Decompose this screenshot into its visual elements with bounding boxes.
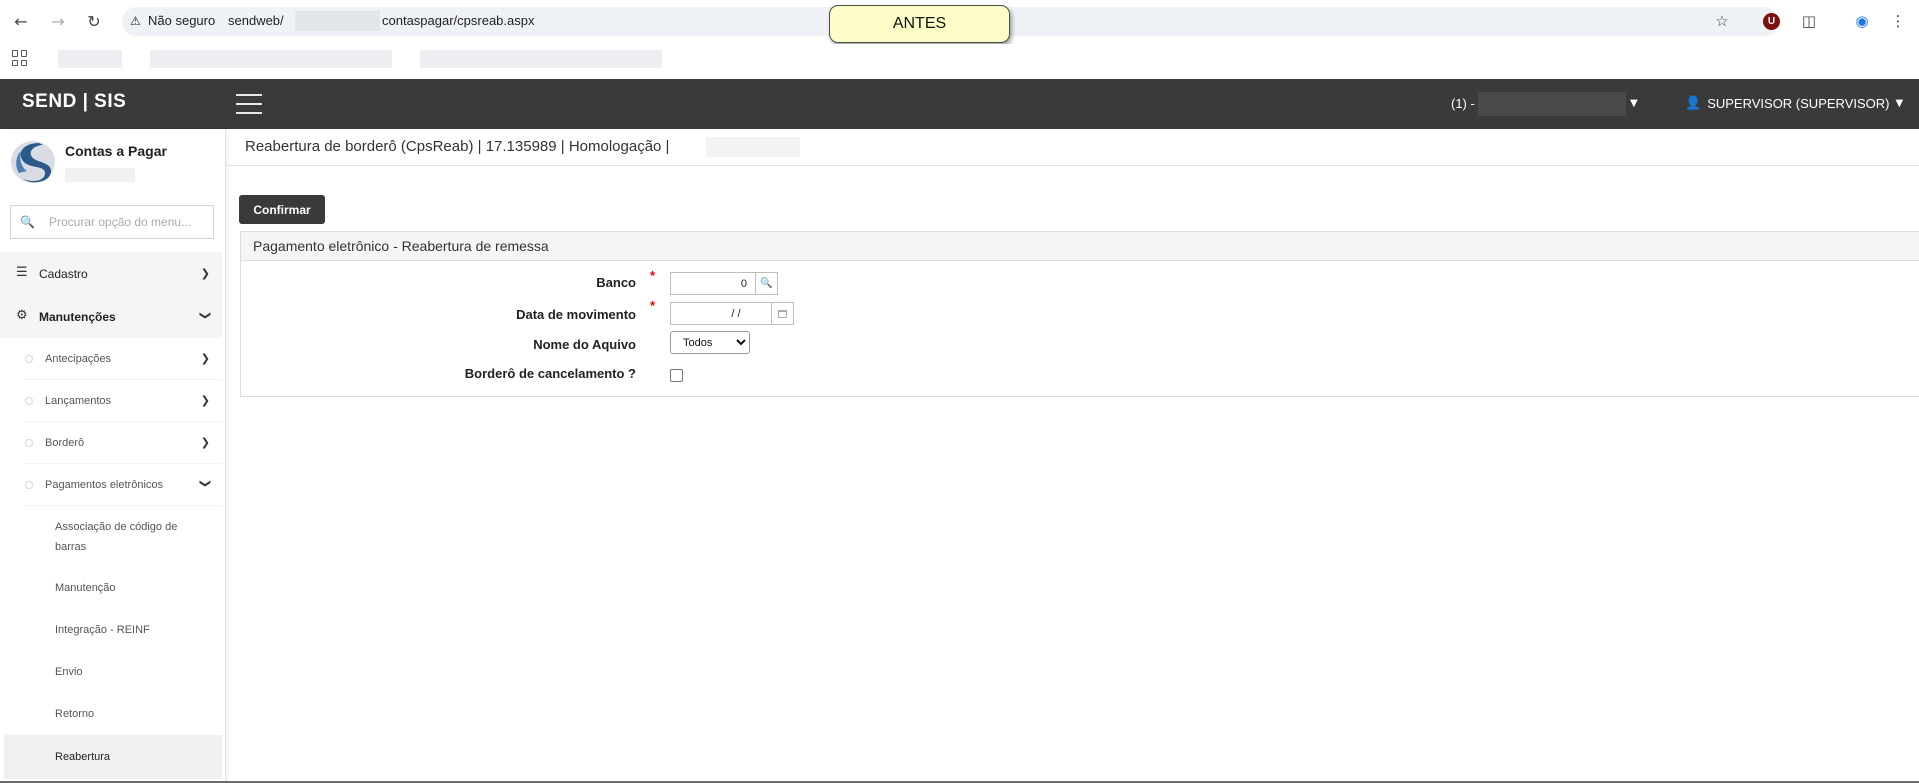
banco-lookup-search-icon[interactable]: 🔍	[756, 272, 778, 295]
sidebar-item-label: Pagamentos eletrônicos	[45, 479, 164, 491]
sidebar-item-label: Integração - REINF	[55, 624, 150, 636]
url-redacted	[295, 11, 380, 31]
sidebar-item-associacao-codigo-barras[interactable]: Associação de código de barras	[4, 512, 222, 562]
sidebar-item-label: Manutenções	[39, 310, 116, 324]
bookmark-star-icon[interactable]: ☆	[1712, 11, 1732, 31]
panel-header: Pagamento eletrônico - Reabertura de rem…	[241, 232, 1919, 261]
sidebar-item-cadastro[interactable]: ☰ Cadastro ❯	[0, 252, 222, 295]
sidebar-item-manutencao[interactable]: Manutenção	[4, 576, 222, 604]
tree-node-dot	[25, 355, 33, 363]
security-label: Não seguro	[148, 13, 216, 28]
sidebar-item-label: Envio	[55, 666, 83, 678]
sidebar-item-label: Reabertura	[55, 751, 111, 763]
profile-icon[interactable]: ◉	[1852, 11, 1872, 31]
bookmark-redacted[interactable]	[420, 50, 662, 68]
user-name: SUPERVISOR (SUPERVISOR)	[1707, 96, 1890, 111]
browser-menu-icon[interactable]: ⋮	[1888, 11, 1908, 31]
sidebar-item-antecipacoes[interactable]: Antecipações ❯	[24, 338, 222, 380]
nome-arquivo-label: Nome do Aquivo	[533, 337, 636, 352]
page-breadcrumb: Reabertura de borderô (CpsReab) | 17.135…	[245, 138, 670, 155]
chevron-down-icon: ❯	[198, 478, 212, 489]
bookmark-redacted[interactable]	[150, 50, 392, 68]
back-arrow-icon[interactable]: ←	[10, 10, 32, 32]
chevron-right-icon: ❯	[200, 352, 210, 365]
user-menu[interactable]: 👤 SUPERVISOR (SUPERVISOR) ▼	[1685, 96, 1903, 111]
url-prefix: sendweb/	[228, 13, 284, 28]
extension-u-icon[interactable]: U	[1763, 13, 1780, 30]
apps-grid-icon[interactable]	[12, 50, 28, 66]
sidebar-item-label: Retorno	[55, 708, 95, 720]
calendar-picker-button[interactable]	[772, 302, 794, 325]
panel-title: Pagamento eletrônico - Reabertura de rem…	[253, 238, 549, 254]
tree-node-dot	[25, 481, 33, 489]
module-subtitle-redacted	[65, 168, 135, 182]
nome-arquivo-select[interactable]: Todos	[670, 331, 750, 354]
company-name-redacted[interactable]	[1478, 92, 1626, 116]
sidebar-item-label: Manutenção	[55, 582, 116, 594]
search-icon: 🔍	[20, 215, 35, 229]
extensions-puzzle-icon[interactable]: ◫	[1799, 11, 1819, 31]
cancelamento-label-wrap: Borderô de cancelamento ?	[240, 366, 636, 384]
data-required-mark: *	[650, 298, 656, 313]
calendar-icon	[778, 309, 787, 318]
gears-icon: ⚙	[16, 308, 28, 323]
sidebar-item-label: Lançamentos	[45, 395, 112, 407]
url-suffix: contaspagar/cpsreab.aspx	[382, 13, 535, 28]
sidebar-item-manutencoes[interactable]: ⚙ Manutenções ❯	[0, 295, 222, 338]
chevron-right-icon: ❯	[200, 267, 210, 280]
bordero-cancelamento-label: Borderô de cancelamento ?	[464, 366, 636, 381]
confirm-button[interactable]: Confirmar	[239, 195, 325, 224]
security-indicator[interactable]: ⚠ Não seguro	[130, 13, 215, 28]
sidebar-item-label: Antecipações	[45, 353, 112, 365]
banco-label: Banco	[596, 275, 636, 290]
forward-arrow-icon[interactable]: →	[47, 10, 69, 32]
chevron-right-icon: ❯	[200, 436, 210, 449]
menu-search-input[interactable]	[49, 213, 209, 231]
user-caret-icon: ▼	[1895, 98, 1904, 109]
sidebar-item-label: Borderô	[45, 437, 85, 449]
banco-input[interactable]	[670, 272, 756, 295]
data-label-wrap: Data de movimento	[240, 307, 636, 325]
sidebar-item-bordero[interactable]: Borderô ❯	[24, 422, 222, 464]
chevron-down-icon: ❯	[198, 310, 212, 321]
header-divider	[226, 165, 1919, 166]
sidebar-item-label: Associação de código de barras	[55, 521, 178, 553]
bordero-cancelamento-checkbox[interactable]	[670, 369, 683, 382]
environment-redacted	[706, 137, 800, 157]
brand-logo[interactable]: SEND | SIS	[22, 91, 126, 113]
banco-label-wrap: Banco	[240, 275, 636, 293]
list-icon: ☰	[16, 265, 28, 280]
sidebar-item-envio[interactable]: Envio	[4, 660, 222, 688]
module-logo	[11, 141, 55, 183]
company-selector-label[interactable]: (1) -	[1451, 96, 1475, 111]
data-movimento-label: Data de movimento	[516, 307, 636, 322]
tree-node-dot	[25, 439, 33, 447]
module-title: Contas a Pagar	[65, 143, 167, 159]
sidebar-item-retorno[interactable]: Retorno	[4, 702, 222, 730]
chevron-right-icon: ❯	[200, 394, 210, 407]
arquivo-label-wrap: Nome do Aquivo	[240, 337, 636, 355]
warning-icon: ⚠	[130, 13, 141, 28]
sidebar-item-label: Cadastro	[39, 267, 88, 281]
sidebar-item-pagamentos-eletronicos[interactable]: Pagamentos eletrônicos ❯	[24, 464, 222, 506]
banco-required-mark: *	[650, 268, 656, 283]
sidebar-item-integracao-reinf[interactable]: Integração - REINF	[4, 618, 222, 646]
user-icon: 👤	[1685, 96, 1702, 111]
reload-icon[interactable]: ↻	[83, 10, 105, 32]
hamburger-menu-icon[interactable]	[236, 94, 262, 114]
menu-search-box[interactable]: 🔍	[10, 205, 214, 239]
bookmark-redacted[interactable]	[58, 50, 122, 68]
company-caret-icon[interactable]: ▼	[1630, 98, 1638, 109]
tree-node-dot	[25, 397, 33, 405]
data-movimento-input[interactable]	[670, 302, 772, 325]
sidebar-item-lancamentos[interactable]: Lançamentos ❯	[24, 380, 222, 422]
annotation-callout: ANTES	[829, 5, 1010, 43]
sidebar-item-reabertura[interactable]: Reabertura	[4, 735, 222, 779]
